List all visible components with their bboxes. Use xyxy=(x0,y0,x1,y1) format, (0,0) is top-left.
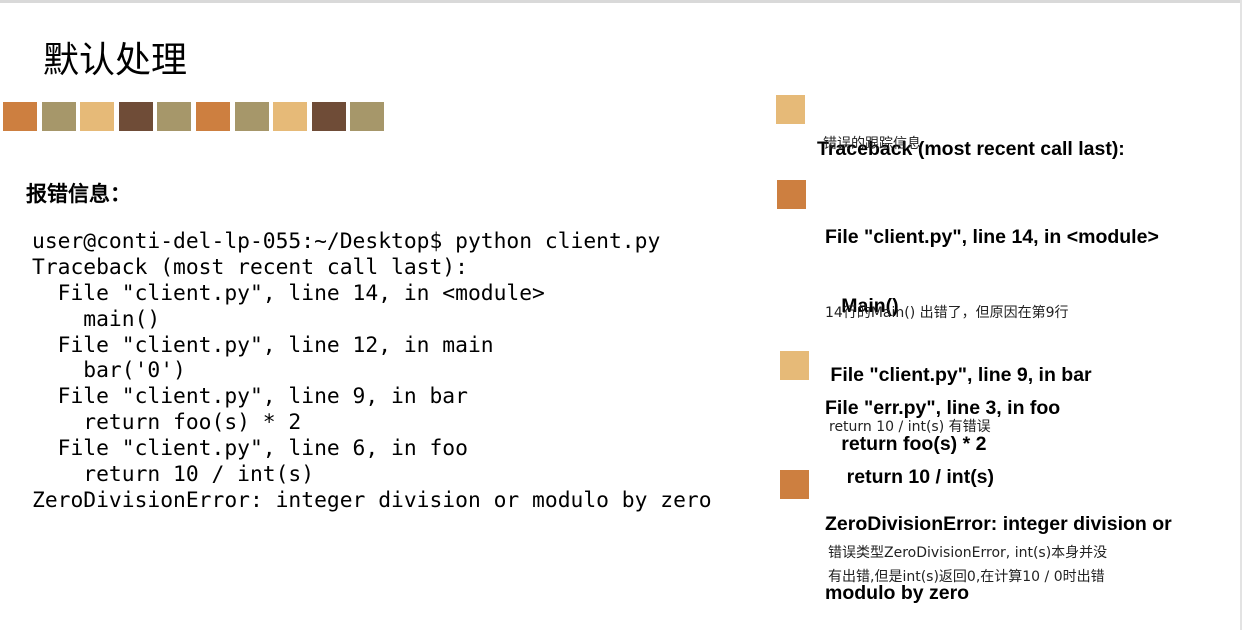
terminal-output: user@conti-del-lp-055:~/Desktop$ python … xyxy=(32,229,712,514)
terminal-line-traceback: Traceback (most recent call last): xyxy=(32,254,468,280)
color-swatch xyxy=(234,102,269,131)
color-swatch xyxy=(157,102,192,131)
terminal-line-frame: File "client.py", line 14, in <module> xyxy=(32,280,545,306)
note-description-line: return 10 / int(s) 有错误 xyxy=(829,419,991,435)
terminal-line-frame: File "client.py", line 9, in bar xyxy=(32,384,468,410)
slide-title: 默认处理 xyxy=(43,40,188,81)
terminal-line-frame: File "client.py", line 12, in main xyxy=(32,332,494,358)
terminal-line-source: main() xyxy=(32,306,161,332)
note-marker xyxy=(780,351,809,380)
color-swatch xyxy=(118,102,153,131)
note-description-line: 错误的跟踪信息 xyxy=(823,136,921,152)
section-heading: 报错信息： xyxy=(26,182,131,206)
terminal-line-error: ZeroDivisionError: integer division or m… xyxy=(32,487,712,513)
note-description-stack-frames: 14行的Main() 出错了，但原因在第9行 xyxy=(825,301,1069,325)
color-swatch xyxy=(195,102,230,131)
color-swatch xyxy=(311,102,346,131)
color-swatch xyxy=(3,102,37,131)
note-description-line: 错误类型ZeroDivisionError, int(s)本身并没 xyxy=(828,545,1108,561)
note-heading-line: ZeroDivisionError: integer division or xyxy=(825,513,1172,535)
decorative-color-strip xyxy=(3,102,389,131)
note-marker xyxy=(777,180,806,209)
note-description-line: 有出错,但是int(s)返回0,在计算10 / 0时出错 xyxy=(828,569,1105,585)
note-description-err-frame: return 10 / int(s) 有错误 xyxy=(829,415,991,439)
note-description-error-type: 错误类型ZeroDivisionError, int(s)本身并没 有出错,但是… xyxy=(828,541,1107,589)
slide-top-border xyxy=(0,0,1242,3)
terminal-line-command: user@conti-del-lp-055:~/Desktop$ python … xyxy=(32,229,661,254)
note-description-line: 14行的Main() 出错了，但原因在第9行 xyxy=(825,305,1069,321)
terminal-line-source: return foo(s) * 2 xyxy=(32,410,302,436)
note-marker xyxy=(780,470,809,499)
color-swatch xyxy=(41,102,76,131)
color-swatch xyxy=(80,102,115,131)
note-heading-line: File "client.py", line 14, in <module> xyxy=(825,226,1159,248)
terminal-line-frame: File "client.py", line 6, in foo xyxy=(32,436,468,462)
note-description-traceback: 错误的跟踪信息 xyxy=(823,132,921,156)
terminal-line-source: bar('0') xyxy=(32,358,186,384)
terminal-line-source: return 10 / int(s) xyxy=(32,462,315,488)
color-swatch xyxy=(350,102,385,131)
color-swatch xyxy=(273,102,308,131)
note-marker xyxy=(776,95,805,124)
